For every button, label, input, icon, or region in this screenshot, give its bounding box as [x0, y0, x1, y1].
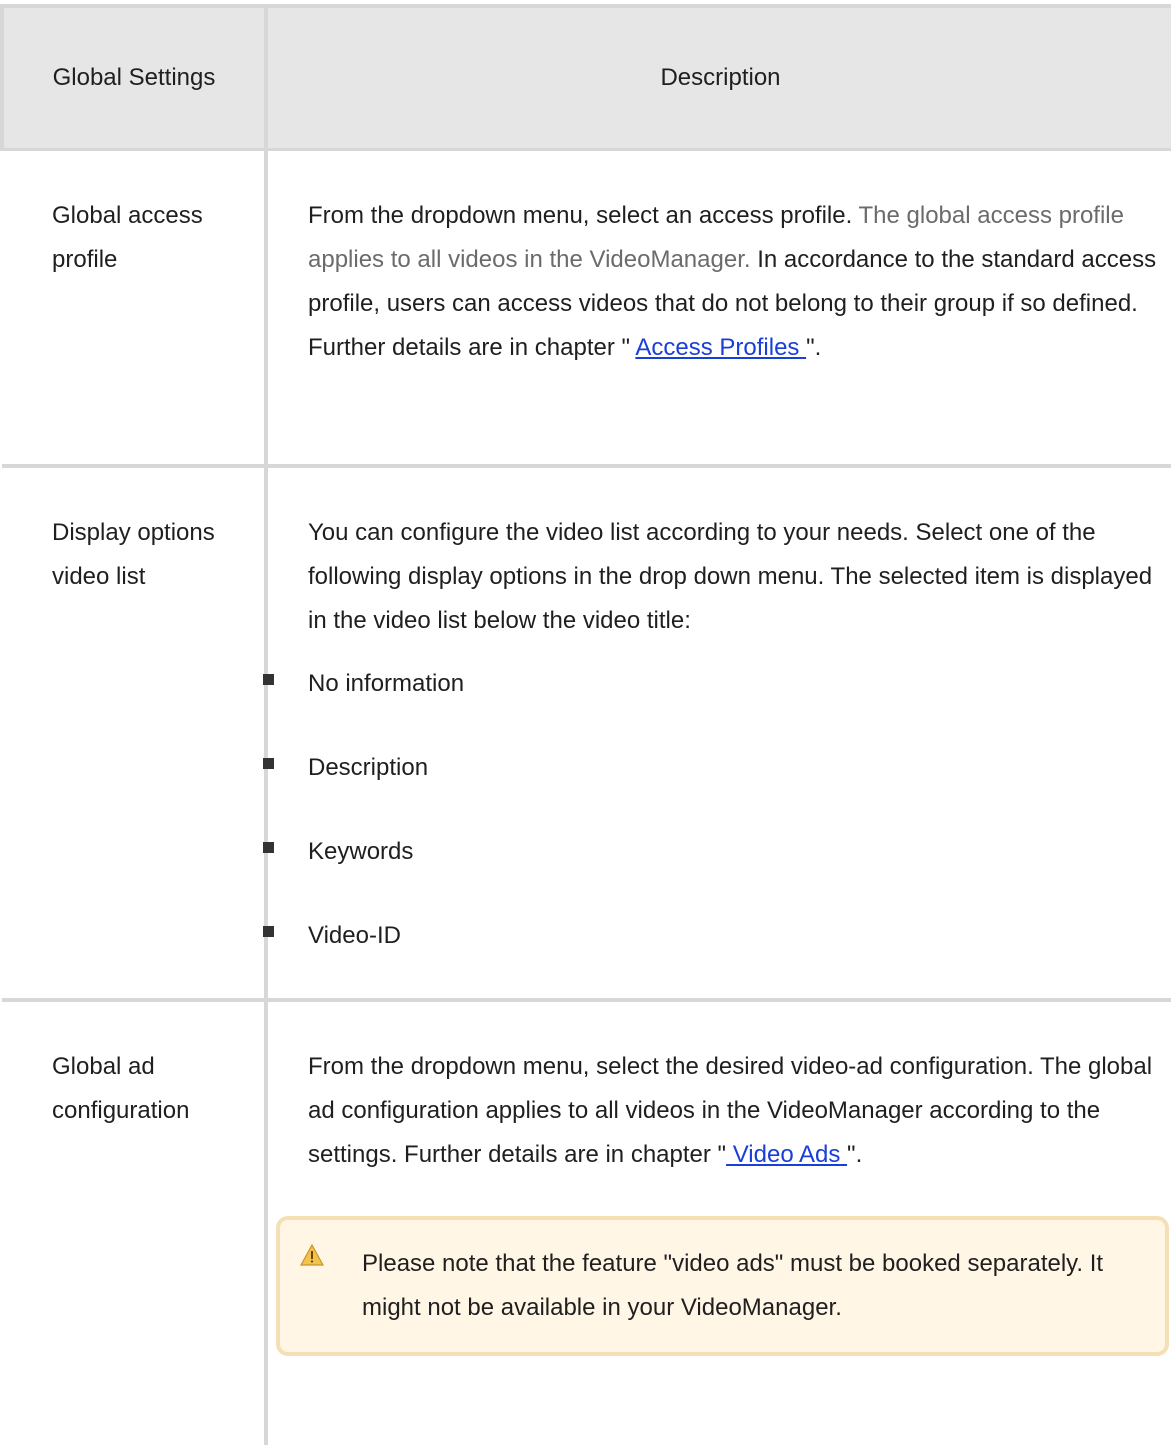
description-text: From the dropdown menu, select the desir…	[308, 1045, 1171, 1177]
setting-description: You can configure the video list accordi…	[263, 466, 1171, 1002]
setting-name-global-access-profile: Global access profile	[2, 149, 268, 468]
square-bullet-icon	[263, 842, 274, 853]
setting-description: From the dropdown menu, select the desir…	[266, 1000, 1171, 1445]
description-end: ".	[847, 1141, 863, 1168]
list-item: Description	[253, 746, 1171, 830]
square-bullet-icon	[263, 926, 274, 937]
description-part: From the dropdown menu, select an access…	[308, 202, 859, 229]
square-bullet-icon	[263, 758, 274, 769]
description-text: You can configure the video list accordi…	[308, 519, 1153, 634]
square-bullet-icon	[263, 674, 274, 685]
display-options-list: No information Description Keywords Vide…	[263, 662, 1171, 998]
table-row: Display options video list You can confi…	[2, 466, 1171, 1002]
warning-icon	[300, 1244, 324, 1266]
list-item-label: No information	[308, 670, 465, 697]
header-global-settings: Global Settings	[0, 4, 268, 151]
list-item-label: Description	[308, 754, 429, 781]
warning-note: Please note that the feature "video ads"…	[276, 1216, 1169, 1356]
header-description: Description	[266, 4, 1171, 151]
list-item-label: Keywords	[308, 838, 414, 865]
table-header-row: Global Settings Description	[0, 4, 1171, 151]
table-row: Global ad configuration From the dropdow…	[2, 1000, 1171, 1445]
access-profiles-link[interactable]: Access Profiles	[635, 334, 806, 361]
global-settings-table: Global Settings Description Global acces…	[0, 4, 1171, 1445]
list-item: Keywords	[253, 830, 1171, 914]
setting-name-display-options: Display options video list	[2, 466, 268, 1002]
list-item: No information	[253, 662, 1171, 746]
list-item: Video-ID	[253, 914, 1171, 998]
document-page: Global Settings Description Global acces…	[0, 0, 1171, 1445]
table-row: Global access profile From the dropdown …	[2, 149, 1171, 468]
warning-note-text: Please note that the feature "video ads"…	[362, 1250, 1104, 1321]
setting-description: From the dropdown menu, select an access…	[266, 149, 1171, 468]
description-end: ".	[806, 334, 822, 361]
video-ads-link[interactable]: Video Ads	[726, 1141, 847, 1168]
setting-name-global-ad-configuration: Global ad configuration	[2, 1000, 268, 1445]
list-item-label: Video-ID	[308, 922, 401, 949]
description-text: From the dropdown menu, select an access…	[308, 194, 1171, 370]
